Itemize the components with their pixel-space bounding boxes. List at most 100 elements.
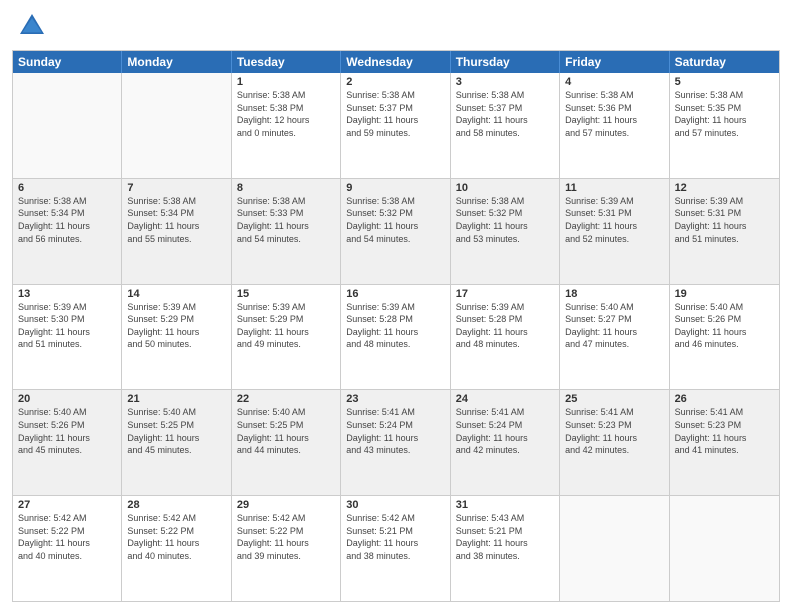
logo: [12, 10, 48, 42]
calendar-cell: 19Sunrise: 5:40 AM Sunset: 5:26 PM Dayli…: [670, 285, 779, 390]
calendar-cell: 17Sunrise: 5:39 AM Sunset: 5:28 PM Dayli…: [451, 285, 560, 390]
calendar-cell: 13Sunrise: 5:39 AM Sunset: 5:30 PM Dayli…: [13, 285, 122, 390]
day-number: 19: [675, 288, 774, 300]
calendar-cell: 23Sunrise: 5:41 AM Sunset: 5:24 PM Dayli…: [341, 390, 450, 495]
header-cell-friday: Friday: [560, 51, 669, 73]
day-number: 29: [237, 499, 335, 511]
calendar-cell: 8Sunrise: 5:38 AM Sunset: 5:33 PM Daylig…: [232, 179, 341, 284]
day-info: Sunrise: 5:38 AM Sunset: 5:32 PM Dayligh…: [456, 195, 554, 245]
day-info: Sunrise: 5:40 AM Sunset: 5:25 PM Dayligh…: [237, 406, 335, 456]
calendar-cell: [122, 73, 231, 178]
calendar-cell: [670, 496, 779, 601]
calendar-row-4: 27Sunrise: 5:42 AM Sunset: 5:22 PM Dayli…: [13, 495, 779, 601]
logo-icon: [16, 10, 48, 42]
header-cell-saturday: Saturday: [670, 51, 779, 73]
header-cell-monday: Monday: [122, 51, 231, 73]
day-info: Sunrise: 5:40 AM Sunset: 5:26 PM Dayligh…: [18, 406, 116, 456]
day-info: Sunrise: 5:39 AM Sunset: 5:28 PM Dayligh…: [346, 301, 444, 351]
calendar-cell: 3Sunrise: 5:38 AM Sunset: 5:37 PM Daylig…: [451, 73, 560, 178]
header-cell-sunday: Sunday: [13, 51, 122, 73]
calendar-cell: 2Sunrise: 5:38 AM Sunset: 5:37 PM Daylig…: [341, 73, 450, 178]
day-info: Sunrise: 5:41 AM Sunset: 5:24 PM Dayligh…: [346, 406, 444, 456]
day-number: 10: [456, 182, 554, 194]
day-number: 12: [675, 182, 774, 194]
calendar-cell: 1Sunrise: 5:38 AM Sunset: 5:38 PM Daylig…: [232, 73, 341, 178]
day-number: 21: [127, 393, 225, 405]
calendar-cell: 4Sunrise: 5:38 AM Sunset: 5:36 PM Daylig…: [560, 73, 669, 178]
day-info: Sunrise: 5:40 AM Sunset: 5:25 PM Dayligh…: [127, 406, 225, 456]
calendar-cell: 18Sunrise: 5:40 AM Sunset: 5:27 PM Dayli…: [560, 285, 669, 390]
day-info: Sunrise: 5:39 AM Sunset: 5:31 PM Dayligh…: [675, 195, 774, 245]
day-number: 2: [346, 76, 444, 88]
day-info: Sunrise: 5:39 AM Sunset: 5:29 PM Dayligh…: [237, 301, 335, 351]
day-number: 24: [456, 393, 554, 405]
calendar-cell: 20Sunrise: 5:40 AM Sunset: 5:26 PM Dayli…: [13, 390, 122, 495]
calendar-row-1: 6Sunrise: 5:38 AM Sunset: 5:34 PM Daylig…: [13, 178, 779, 284]
day-info: Sunrise: 5:38 AM Sunset: 5:32 PM Dayligh…: [346, 195, 444, 245]
calendar-cell: 5Sunrise: 5:38 AM Sunset: 5:35 PM Daylig…: [670, 73, 779, 178]
day-info: Sunrise: 5:38 AM Sunset: 5:37 PM Dayligh…: [346, 89, 444, 139]
calendar-cell: 31Sunrise: 5:43 AM Sunset: 5:21 PM Dayli…: [451, 496, 560, 601]
day-info: Sunrise: 5:40 AM Sunset: 5:27 PM Dayligh…: [565, 301, 663, 351]
calendar-cell: 22Sunrise: 5:40 AM Sunset: 5:25 PM Dayli…: [232, 390, 341, 495]
day-info: Sunrise: 5:38 AM Sunset: 5:38 PM Dayligh…: [237, 89, 335, 139]
calendar-cell: 21Sunrise: 5:40 AM Sunset: 5:25 PM Dayli…: [122, 390, 231, 495]
day-info: Sunrise: 5:39 AM Sunset: 5:28 PM Dayligh…: [456, 301, 554, 351]
calendar-cell: 28Sunrise: 5:42 AM Sunset: 5:22 PM Dayli…: [122, 496, 231, 601]
day-number: 31: [456, 499, 554, 511]
day-number: 4: [565, 76, 663, 88]
calendar-cell: 7Sunrise: 5:38 AM Sunset: 5:34 PM Daylig…: [122, 179, 231, 284]
calendar-cell: 9Sunrise: 5:38 AM Sunset: 5:32 PM Daylig…: [341, 179, 450, 284]
calendar-cell: 11Sunrise: 5:39 AM Sunset: 5:31 PM Dayli…: [560, 179, 669, 284]
day-info: Sunrise: 5:39 AM Sunset: 5:30 PM Dayligh…: [18, 301, 116, 351]
calendar-cell: 14Sunrise: 5:39 AM Sunset: 5:29 PM Dayli…: [122, 285, 231, 390]
day-number: 22: [237, 393, 335, 405]
calendar-cell: 29Sunrise: 5:42 AM Sunset: 5:22 PM Dayli…: [232, 496, 341, 601]
day-info: Sunrise: 5:43 AM Sunset: 5:21 PM Dayligh…: [456, 512, 554, 562]
day-number: 20: [18, 393, 116, 405]
day-info: Sunrise: 5:42 AM Sunset: 5:22 PM Dayligh…: [18, 512, 116, 562]
day-info: Sunrise: 5:38 AM Sunset: 5:34 PM Dayligh…: [127, 195, 225, 245]
day-number: 11: [565, 182, 663, 194]
calendar-row-0: 1Sunrise: 5:38 AM Sunset: 5:38 PM Daylig…: [13, 73, 779, 178]
day-number: 14: [127, 288, 225, 300]
day-number: 27: [18, 499, 116, 511]
day-number: 1: [237, 76, 335, 88]
day-info: Sunrise: 5:38 AM Sunset: 5:34 PM Dayligh…: [18, 195, 116, 245]
day-info: Sunrise: 5:40 AM Sunset: 5:26 PM Dayligh…: [675, 301, 774, 351]
header-cell-wednesday: Wednesday: [341, 51, 450, 73]
page-header: [12, 10, 780, 42]
day-info: Sunrise: 5:39 AM Sunset: 5:29 PM Dayligh…: [127, 301, 225, 351]
day-number: 28: [127, 499, 225, 511]
day-info: Sunrise: 5:42 AM Sunset: 5:22 PM Dayligh…: [237, 512, 335, 562]
day-number: 9: [346, 182, 444, 194]
calendar-cell: 10Sunrise: 5:38 AM Sunset: 5:32 PM Dayli…: [451, 179, 560, 284]
header-cell-thursday: Thursday: [451, 51, 560, 73]
day-info: Sunrise: 5:39 AM Sunset: 5:31 PM Dayligh…: [565, 195, 663, 245]
calendar-cell: 15Sunrise: 5:39 AM Sunset: 5:29 PM Dayli…: [232, 285, 341, 390]
day-number: 7: [127, 182, 225, 194]
calendar-row-3: 20Sunrise: 5:40 AM Sunset: 5:26 PM Dayli…: [13, 389, 779, 495]
calendar-cell: 30Sunrise: 5:42 AM Sunset: 5:21 PM Dayli…: [341, 496, 450, 601]
calendar-cell: [13, 73, 122, 178]
day-info: Sunrise: 5:42 AM Sunset: 5:21 PM Dayligh…: [346, 512, 444, 562]
day-info: Sunrise: 5:41 AM Sunset: 5:23 PM Dayligh…: [675, 406, 774, 456]
calendar-body: 1Sunrise: 5:38 AM Sunset: 5:38 PM Daylig…: [13, 73, 779, 601]
calendar-cell: 6Sunrise: 5:38 AM Sunset: 5:34 PM Daylig…: [13, 179, 122, 284]
day-number: 30: [346, 499, 444, 511]
day-info: Sunrise: 5:42 AM Sunset: 5:22 PM Dayligh…: [127, 512, 225, 562]
day-number: 5: [675, 76, 774, 88]
day-number: 26: [675, 393, 774, 405]
day-number: 16: [346, 288, 444, 300]
day-number: 25: [565, 393, 663, 405]
day-info: Sunrise: 5:38 AM Sunset: 5:35 PM Dayligh…: [675, 89, 774, 139]
calendar-header: SundayMondayTuesdayWednesdayThursdayFrid…: [13, 51, 779, 73]
day-info: Sunrise: 5:41 AM Sunset: 5:23 PM Dayligh…: [565, 406, 663, 456]
day-number: 23: [346, 393, 444, 405]
calendar-row-2: 13Sunrise: 5:39 AM Sunset: 5:30 PM Dayli…: [13, 284, 779, 390]
calendar-cell: 25Sunrise: 5:41 AM Sunset: 5:23 PM Dayli…: [560, 390, 669, 495]
day-number: 6: [18, 182, 116, 194]
calendar-cell: 12Sunrise: 5:39 AM Sunset: 5:31 PM Dayli…: [670, 179, 779, 284]
calendar-cell: 27Sunrise: 5:42 AM Sunset: 5:22 PM Dayli…: [13, 496, 122, 601]
day-number: 17: [456, 288, 554, 300]
